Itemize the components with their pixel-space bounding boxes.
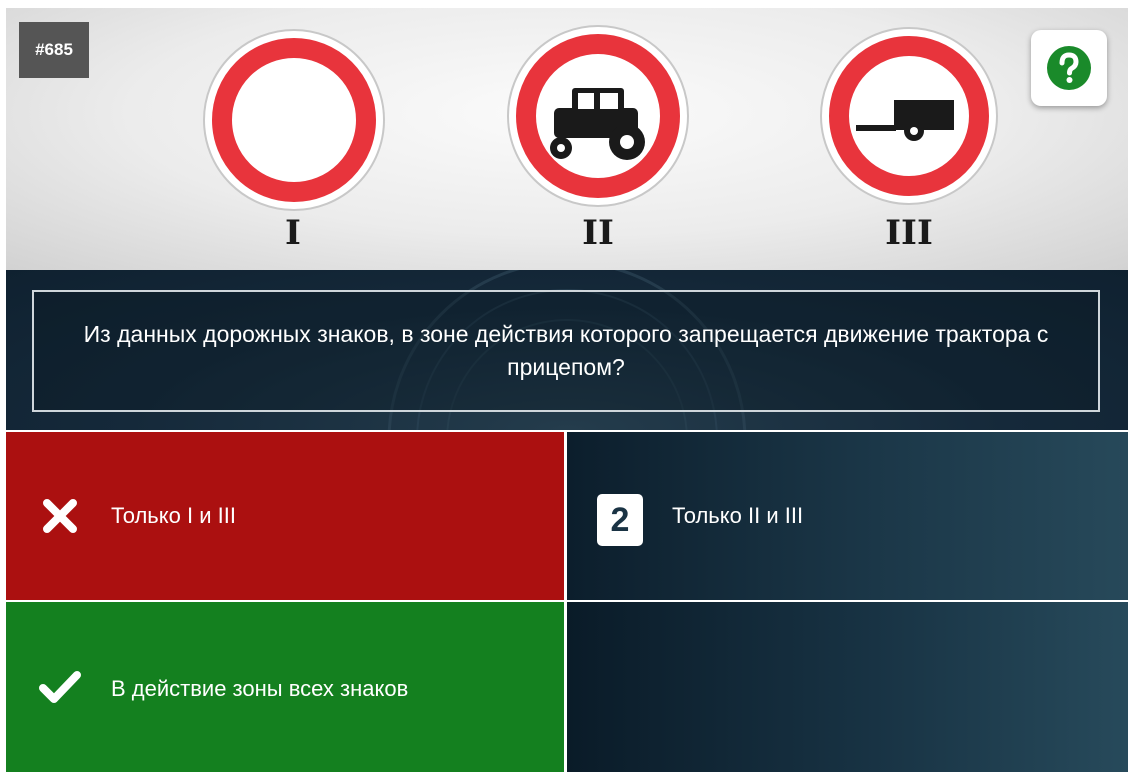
answer-number-badge: 2 xyxy=(597,494,643,546)
question-box: Из данных дорожных знаков, в зоне действ… xyxy=(32,290,1100,412)
answer-text-1: Только I и III xyxy=(111,503,236,528)
question-number: #685 xyxy=(19,22,89,78)
check-icon xyxy=(38,665,82,709)
question-mark-icon xyxy=(1047,46,1091,90)
sign-label-3: III xyxy=(885,213,933,253)
answer-option-2[interactable]: 2 Только II и III xyxy=(567,432,1128,600)
no-vehicles-sign xyxy=(203,29,385,211)
answer-text-2: Только II и III xyxy=(672,503,804,528)
answer-option-1[interactable]: Только I и III xyxy=(6,432,564,600)
cross-icon xyxy=(38,494,82,538)
no-trailer-sign xyxy=(820,27,998,205)
no-tractors-sign xyxy=(507,25,689,207)
answer-text-3: В действие зоны всех знаков xyxy=(111,676,409,701)
question-band: Из данных дорожных знаков, в зоне действ… xyxy=(6,270,1128,430)
sign-label-1: I xyxy=(285,213,301,253)
answer-option-3[interactable]: В действие зоны всех знаков xyxy=(6,602,564,772)
sign-label-2: II xyxy=(582,213,614,253)
help-button[interactable] xyxy=(1031,30,1107,106)
answer-option-empty xyxy=(567,602,1128,772)
signs-panel: I II III #685 xyxy=(6,8,1128,270)
question-text: Из данных дорожных знаков, в зоне действ… xyxy=(83,321,1049,380)
quiz-card: I II III #685 Из данных дорожных знаков,… xyxy=(0,0,1130,776)
signs-illustration xyxy=(203,25,998,211)
